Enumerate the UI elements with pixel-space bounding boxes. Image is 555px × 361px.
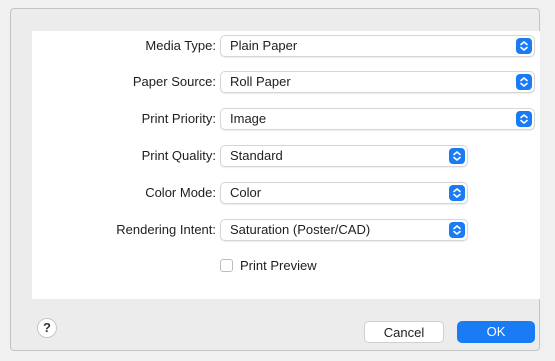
print-priority-popup[interactable]: Image xyxy=(220,108,535,130)
help-button[interactable]: ? xyxy=(37,318,57,338)
print-settings-dialog: Media Type: Plain Paper Paper Source: Ro… xyxy=(10,8,540,351)
rendering-intent-row: Rendering Intent: Saturation (Poster/CAD… xyxy=(32,219,540,241)
chevron-updown-icon xyxy=(449,148,465,164)
print-preview-label[interactable]: Print Preview xyxy=(240,257,317,275)
print-quality-label: Print Quality: xyxy=(141,148,216,163)
print-priority-label-wrap: Print Priority: xyxy=(32,108,216,130)
media-type-value: Plain Paper xyxy=(230,38,298,53)
color-mode-label-wrap: Color Mode: xyxy=(32,182,216,204)
rendering-intent-label-wrap: Rendering Intent: xyxy=(32,219,216,241)
chevron-updown-icon xyxy=(449,222,465,238)
color-mode-row: Color Mode: Color xyxy=(32,182,540,204)
color-mode-label: Color Mode: xyxy=(145,185,216,200)
chevron-updown-icon xyxy=(516,111,532,127)
ok-button[interactable]: OK xyxy=(457,321,535,343)
color-mode-value: Color xyxy=(230,185,262,200)
paper-source-row: Paper Source: Roll Paper xyxy=(32,71,540,93)
rendering-intent-value: Saturation (Poster/CAD) xyxy=(230,222,371,237)
color-mode-popup[interactable]: Color xyxy=(220,182,468,204)
print-quality-row: Print Quality: Standard xyxy=(32,145,540,167)
print-quality-popup[interactable]: Standard xyxy=(220,145,468,167)
cancel-button[interactable]: Cancel xyxy=(364,321,444,343)
media-type-row: Media Type: Plain Paper xyxy=(32,35,540,57)
print-preview-row: Print Preview xyxy=(220,257,380,275)
paper-source-popup[interactable]: Roll Paper xyxy=(220,71,535,93)
print-quality-value: Standard xyxy=(230,148,283,163)
media-type-label-wrap: Media Type: xyxy=(32,35,216,57)
chevron-updown-icon xyxy=(449,185,465,201)
chevron-updown-icon xyxy=(516,38,532,54)
help-icon: ? xyxy=(43,320,51,335)
print-quality-label-wrap: Print Quality: xyxy=(32,145,216,167)
print-priority-value: Image xyxy=(230,111,267,126)
paper-source-value: Roll Paper xyxy=(230,74,291,89)
chevron-updown-icon xyxy=(516,74,532,90)
print-preview-checkbox[interactable] xyxy=(220,259,233,272)
rendering-intent-popup[interactable]: Saturation (Poster/CAD) xyxy=(220,219,468,241)
paper-source-label-wrap: Paper Source: xyxy=(32,71,216,93)
print-priority-row: Print Priority: Image xyxy=(32,108,540,130)
print-priority-label: Print Priority: xyxy=(141,111,216,126)
rendering-intent-label: Rendering Intent: xyxy=(116,222,216,237)
media-type-popup[interactable]: Plain Paper xyxy=(220,35,535,57)
settings-panel: Media Type: Plain Paper Paper Source: Ro… xyxy=(32,31,540,299)
media-type-label: Media Type: xyxy=(145,38,216,53)
paper-source-label: Paper Source: xyxy=(132,74,216,89)
